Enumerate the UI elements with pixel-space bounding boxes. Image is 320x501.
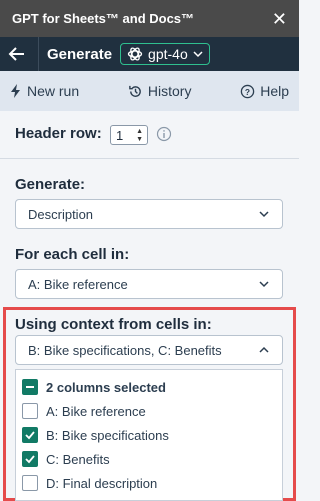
stepper-arrows-icon[interactable]: ▲ ▼ <box>136 128 143 144</box>
chevron-down-icon <box>259 281 269 288</box>
tab-label: Help <box>260 83 289 99</box>
option-label: C: Benefits <box>46 451 110 467</box>
bolt-icon <box>11 84 20 98</box>
app-title: GPT for Sheets™ and Docs™ <box>12 11 195 26</box>
checkmark-icon[interactable] <box>22 451 38 467</box>
option-label: B: Bike specifications <box>46 427 169 443</box>
for-each-label: For each cell in: <box>15 246 130 263</box>
generate-select[interactable]: Description <box>15 199 283 229</box>
header-row-stepper[interactable]: 1 ▲ ▼ <box>110 125 148 145</box>
generate-label: Generate: <box>15 176 86 193</box>
tab-help[interactable]: ? Help <box>240 83 289 99</box>
model-name: gpt-4o <box>148 46 188 62</box>
header-row-value: 1 <box>116 127 124 143</box>
info-icon[interactable] <box>156 126 172 142</box>
help-icon: ? <box>240 84 255 98</box>
option-label: A: Bike reference <box>46 403 146 419</box>
header-row-label: Header row: <box>15 125 102 142</box>
close-icon[interactable]: ✕ <box>272 10 287 28</box>
back-arrow-icon[interactable] <box>8 44 28 64</box>
generate-form: Header row: 1 ▲ ▼ Generate: Description F… <box>0 111 299 501</box>
context-label: Using context from cells in: <box>15 316 212 333</box>
app-titlebar: GPT for Sheets™ and Docs™ ✕ <box>0 0 299 37</box>
model-selector[interactable]: gpt-4o <box>120 43 210 65</box>
tab-bar: New run History ? Help <box>0 71 299 111</box>
openai-icon <box>127 47 143 61</box>
context-dropdown: 2 columns selected A: Bike reference B: … <box>15 369 283 501</box>
generate-value: Description <box>28 206 94 222</box>
tab-new-run[interactable]: New run <box>10 83 79 99</box>
checkbox-icon[interactable] <box>22 475 38 491</box>
selection-summary: 2 columns selected <box>46 379 166 395</box>
svg-text:?: ? <box>245 86 250 96</box>
checkmark-icon[interactable] <box>22 427 38 443</box>
nav-separator <box>38 37 39 71</box>
column-option[interactable]: A: Bike reference <box>22 401 146 421</box>
column-option[interactable]: C: Benefits <box>22 449 110 469</box>
tab-label: New run <box>27 83 80 99</box>
select-all-option[interactable]: 2 columns selected <box>22 377 166 397</box>
context-select[interactable]: B: Bike specifications, C: Benefits <box>15 335 283 365</box>
for-each-value: A: Bike reference <box>28 276 128 292</box>
context-value: B: Bike specifications, C: Benefits <box>28 342 222 358</box>
history-icon <box>129 85 141 97</box>
column-option[interactable]: D: Final description <box>22 473 157 493</box>
chevron-down-icon <box>193 51 203 58</box>
section-divider <box>0 158 299 159</box>
indeterminate-checkbox-icon[interactable] <box>22 379 38 395</box>
chevron-up-icon <box>259 346 269 353</box>
chevron-down-icon <box>259 211 269 218</box>
checkbox-icon[interactable] <box>22 403 38 419</box>
page-title: Generate <box>47 45 113 63</box>
nav-bar: Generate gpt-4o <box>0 37 299 71</box>
for-each-select[interactable]: A: Bike reference <box>15 269 283 299</box>
column-option[interactable]: B: Bike specifications <box>22 425 169 445</box>
tab-history[interactable]: History <box>128 83 192 99</box>
option-label: D: Final description <box>46 475 158 491</box>
tab-label: History <box>147 83 192 99</box>
